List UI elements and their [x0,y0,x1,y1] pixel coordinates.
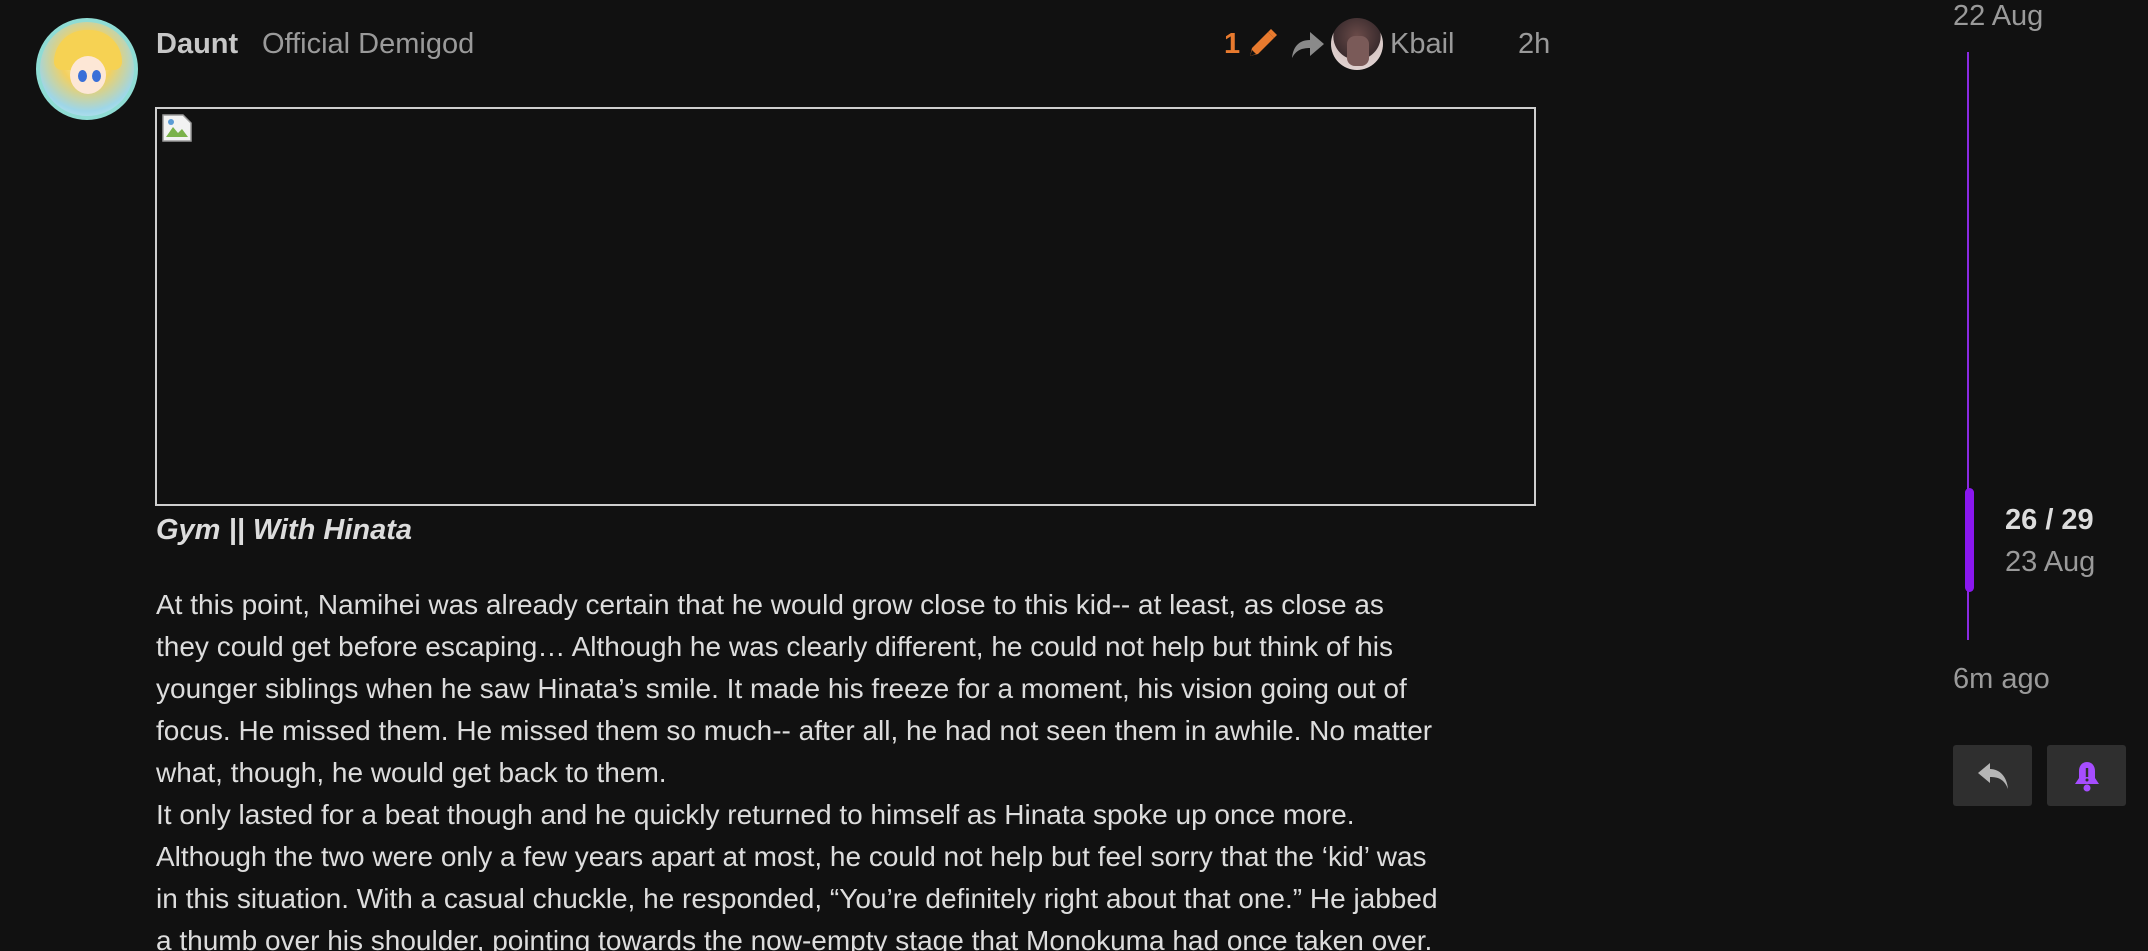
timeline-position: 26 / 29 [2005,504,2094,536]
post-text-line: in this situation. With a casual chuckle… [156,883,1438,914]
post-date[interactable]: 2h [1518,28,1550,61]
broken-image-icon [162,114,192,142]
post-text-line: focus. He missed them. He missed them so… [156,715,1433,746]
post-text-line: younger siblings when he saw Hinata’s sm… [156,673,1407,704]
reply-to-username[interactable]: Kbail [1390,28,1455,61]
post-text-line: Although the two were only a few years a… [156,841,1427,872]
reply-icon [1977,762,2008,789]
post-text-line: what, though, he would get back to them. [156,757,667,788]
reply-arrow-icon[interactable] [1290,28,1326,62]
topic-page: Daunt Official Demigod 1 Kbail 2h Gym ||… [0,0,2148,951]
avatar-eye [92,70,101,82]
timeline-position-date: 23 Aug [2005,546,2096,578]
edit-count[interactable]: 1 [1224,28,1240,61]
avatar-eye [78,70,87,82]
author-username[interactable]: Daunt [156,28,238,61]
pencil-icon[interactable] [1244,26,1280,62]
author-avatar[interactable] [36,18,138,120]
reply-avatar-figure [1347,36,1369,66]
post-text-line: At this point, Namihei was already certa… [156,589,1384,620]
timeline-start-date[interactable]: 22 Aug [1953,0,2043,33]
post-text-line: a thumb over his shoulder, pointing towa… [156,925,1433,951]
timeline-end-date[interactable]: 6m ago [1953,663,2050,696]
notifications-button[interactable] [2047,745,2126,806]
reply-button[interactable] [1953,745,2032,806]
post-text-line: It only lasted for a beat though and he … [156,799,1355,830]
reply-to-avatar[interactable] [1331,18,1383,70]
image-caption: Gym || With Hinata [156,514,413,546]
author-title: Official Demigod [262,28,475,60]
bell-icon [2074,761,2099,791]
post-image[interactable] [155,107,1536,506]
timeline-handle[interactable] [1965,488,1974,592]
post-text-line: they could get before escaping… Although… [156,631,1393,662]
post-body: At this point, Namihei was already certa… [156,584,1576,951]
